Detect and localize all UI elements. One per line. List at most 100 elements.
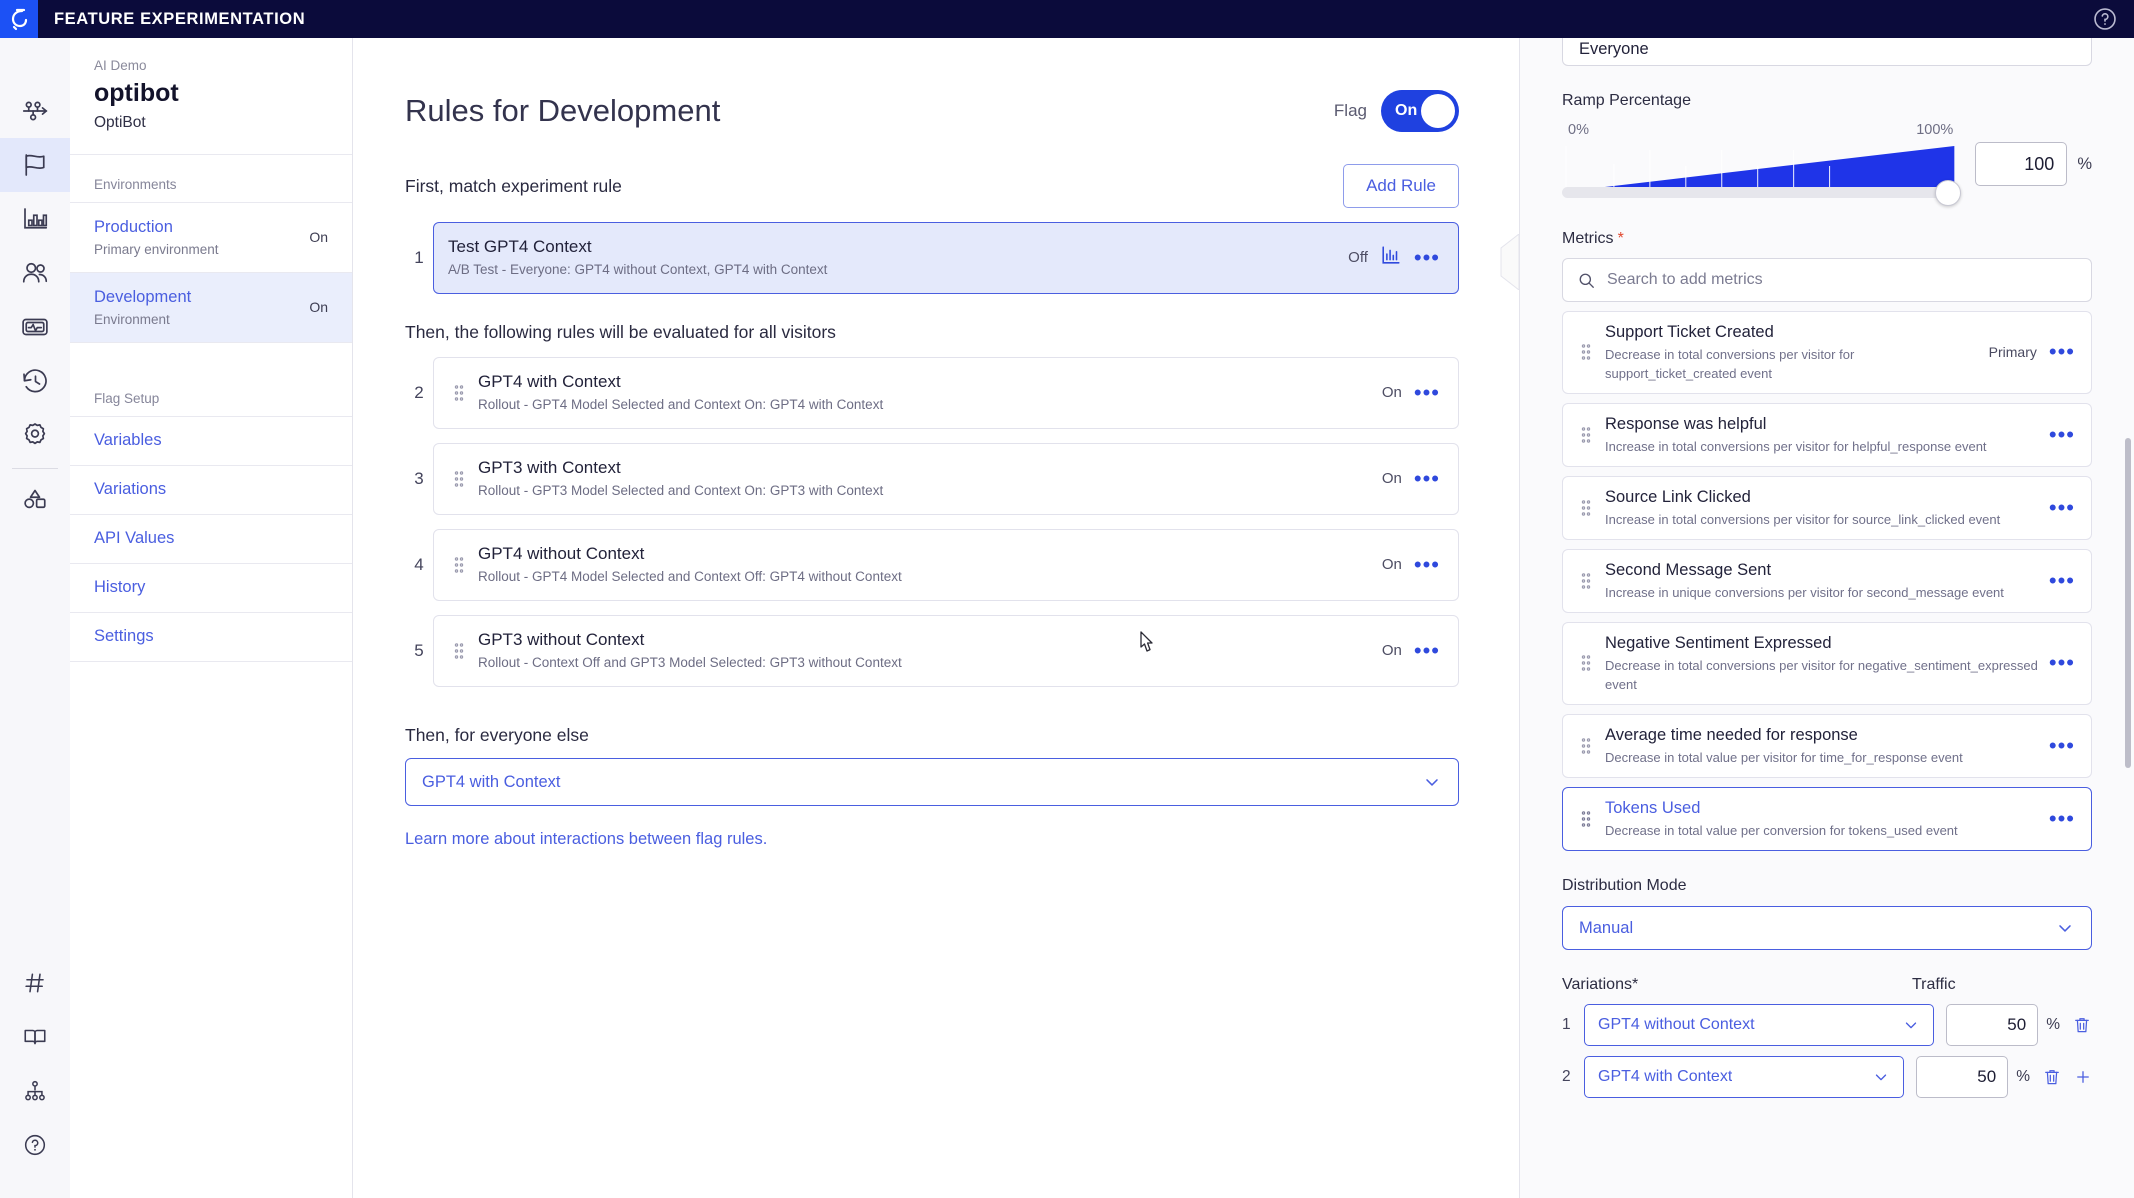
help-circle-icon[interactable] (0, 1118, 70, 1172)
environment-item-development[interactable]: Development Environment On (70, 273, 352, 343)
sidebar-item-audiences[interactable] (0, 246, 70, 300)
metric-card[interactable]: Negative Sentiment Expressed Decrease in… (1562, 622, 2092, 705)
delete-variation-icon[interactable] (2072, 1015, 2092, 1035)
audience-field[interactable]: Everyone (1562, 38, 2092, 66)
metric-overflow-menu-icon[interactable]: ••• (2049, 807, 2075, 829)
drag-handle-icon[interactable] (448, 469, 470, 489)
metric-card[interactable]: Source Link Clicked Increase in total co… (1562, 476, 2092, 540)
rule-overflow-menu-icon[interactable]: ••• (1414, 381, 1440, 403)
top-bar: FEATURE EXPERIMENTATION (0, 0, 2134, 38)
flag-setup-link-settings[interactable]: Settings (70, 613, 352, 662)
drag-handle-icon[interactable] (1575, 809, 1597, 829)
help-circle-icon[interactable] (2092, 6, 2118, 32)
ramp-percentage-input[interactable] (1975, 142, 2068, 186)
ramp-graphic[interactable] (1562, 142, 1962, 206)
rule-overflow-menu-icon[interactable]: ••• (1414, 467, 1440, 489)
body-row: AI Demo optibot OptiBot Environments Pro… (0, 38, 2134, 1198)
variations-header-row: Variations* Traffic (1562, 976, 2092, 994)
everyone-else-value: GPT4 with Context (422, 772, 561, 791)
flag-key: optibot (94, 79, 179, 107)
metrics-search-box[interactable] (1562, 258, 2092, 302)
learn-more-link[interactable]: Learn more about interactions between fl… (405, 830, 1459, 849)
metrics-search-input[interactable] (1607, 271, 2077, 289)
results-chart-icon[interactable] (1380, 244, 1402, 271)
add-variation-icon[interactable] (2074, 1068, 2092, 1086)
rule-card-rollout[interactable]: GPT4 without Context Rollout - GPT4 Mode… (433, 529, 1459, 601)
metric-card[interactable]: Average time needed for response Decreas… (1562, 714, 2092, 778)
sitemap-icon[interactable] (0, 1064, 70, 1118)
search-icon (1579, 273, 1594, 288)
sidebar-item-reports[interactable] (0, 192, 70, 246)
metric-text: Support Ticket Created Decrease in total… (1605, 321, 1979, 383)
metric-overflow-menu-icon[interactable]: ••• (2049, 341, 2075, 363)
drag-handle-icon[interactable] (448, 555, 470, 575)
metric-overflow-menu-icon[interactable]: ••• (2049, 496, 2075, 518)
flag-toggle-group: Flag On (1334, 90, 1459, 132)
drag-handle-icon[interactable] (1575, 425, 1597, 445)
rule-overflow-menu-icon[interactable]: ••• (1414, 246, 1440, 268)
metric-primary-badge: Primary (1988, 344, 2037, 360)
panel-collapse-arrow-icon[interactable] (1494, 234, 1519, 290)
metric-card[interactable]: Support Ticket Created Decrease in total… (1562, 311, 2092, 394)
variation-select[interactable]: GPT4 with Context (1584, 1056, 1905, 1098)
metric-card[interactable]: Response was helpful Increase in total c… (1562, 403, 2092, 467)
rule-row: 5 GPT3 without Context Rollout - Context… (405, 615, 1459, 687)
distribution-mode-select[interactable]: Manual (1562, 906, 2092, 950)
ramp-slider-handle[interactable] (1935, 180, 1962, 206)
variations-label: Variations* (1562, 976, 1912, 994)
rule-card-rollout[interactable]: GPT4 with Context Rollout - GPT4 Model S… (433, 357, 1459, 429)
metric-overflow-menu-icon[interactable]: ••• (2049, 652, 2075, 674)
ramp-percentage-control: 0% 100% 100 % (1562, 122, 2092, 206)
drag-handle-icon[interactable] (1575, 342, 1597, 362)
metric-card[interactable]: Second Message Sent Increase in unique c… (1562, 549, 2092, 613)
delete-variation-icon[interactable] (2042, 1067, 2062, 1087)
metrics-label-text: Metrics (1562, 230, 1614, 247)
detail-panel-scrollbar[interactable] (2125, 438, 2131, 768)
variation-traffic-input[interactable] (1946, 1004, 2039, 1046)
detail-inner: Everyone Ramp Percentage 0% 100% 100 % M… (1562, 38, 2092, 1098)
rule-number: 4 (414, 555, 424, 574)
gear-icon[interactable] (0, 408, 70, 462)
drag-handle-icon[interactable] (1575, 571, 1597, 591)
rule-card-rollout[interactable]: GPT3 with Context Rollout - GPT3 Model S… (433, 443, 1459, 515)
variation-traffic-input[interactable] (1916, 1056, 2009, 1098)
environment-sub: Environment (94, 312, 170, 327)
rule-actions: On ••• (1382, 381, 1440, 403)
sidebar-item-history[interactable] (0, 354, 70, 408)
metric-overflow-menu-icon[interactable]: ••• (2049, 569, 2075, 591)
everyone-else-select[interactable]: GPT4 with Context (405, 758, 1459, 806)
add-rule-button[interactable]: Add Rule (1343, 164, 1459, 208)
metric-actions: ••• (2049, 652, 2075, 674)
variation-select[interactable]: GPT4 without Context (1584, 1004, 1935, 1046)
book-icon[interactable] (0, 1010, 70, 1064)
flag-setup-link-variables[interactable]: Variables (70, 417, 352, 466)
sidebar-item-monitoring[interactable] (0, 300, 70, 354)
flag-toggle[interactable]: On (1381, 90, 1459, 132)
environment-state: On (309, 299, 328, 315)
sidebar-item-shapes[interactable] (0, 471, 70, 525)
rule-card-rollout[interactable]: GPT3 without Context Rollout - Context O… (433, 615, 1459, 687)
flag-setup-link-variations[interactable]: Variations (70, 466, 352, 515)
rule-overflow-menu-icon[interactable]: ••• (1414, 639, 1440, 661)
rule-overflow-menu-icon[interactable]: ••• (1414, 553, 1440, 575)
flag-setup-link-history[interactable]: History (70, 564, 352, 613)
metric-overflow-menu-icon[interactable]: ••• (2049, 423, 2075, 445)
rule-card-experiment[interactable]: Test GPT4 Context A/B Test - Everyone: G… (433, 222, 1459, 294)
ramp-slider-track[interactable] (1562, 187, 1962, 198)
drag-handle-icon[interactable] (1575, 736, 1597, 756)
flag-setup-link-api-values[interactable]: API Values (70, 515, 352, 564)
flag-description: OptiBot (94, 114, 146, 131)
sidebar-item-flows[interactable] (0, 84, 70, 138)
sidebar-item-flags[interactable] (0, 138, 70, 192)
metric-card-selected[interactable]: Tokens Used Decrease in total value per … (1562, 787, 2092, 851)
metrics-label: Metrics * (1562, 230, 2092, 248)
environment-item-production[interactable]: Production Primary environment On (70, 203, 352, 273)
drag-handle-icon[interactable] (448, 641, 470, 661)
drag-handle-icon[interactable] (1575, 653, 1597, 673)
hash-icon[interactable] (0, 956, 70, 1010)
project-name: AI Demo (94, 58, 147, 73)
metric-overflow-menu-icon[interactable]: ••• (2049, 734, 2075, 756)
drag-handle-icon[interactable] (1575, 498, 1597, 518)
optimizely-logo-icon[interactable] (0, 0, 38, 38)
drag-handle-icon[interactable] (448, 383, 470, 403)
